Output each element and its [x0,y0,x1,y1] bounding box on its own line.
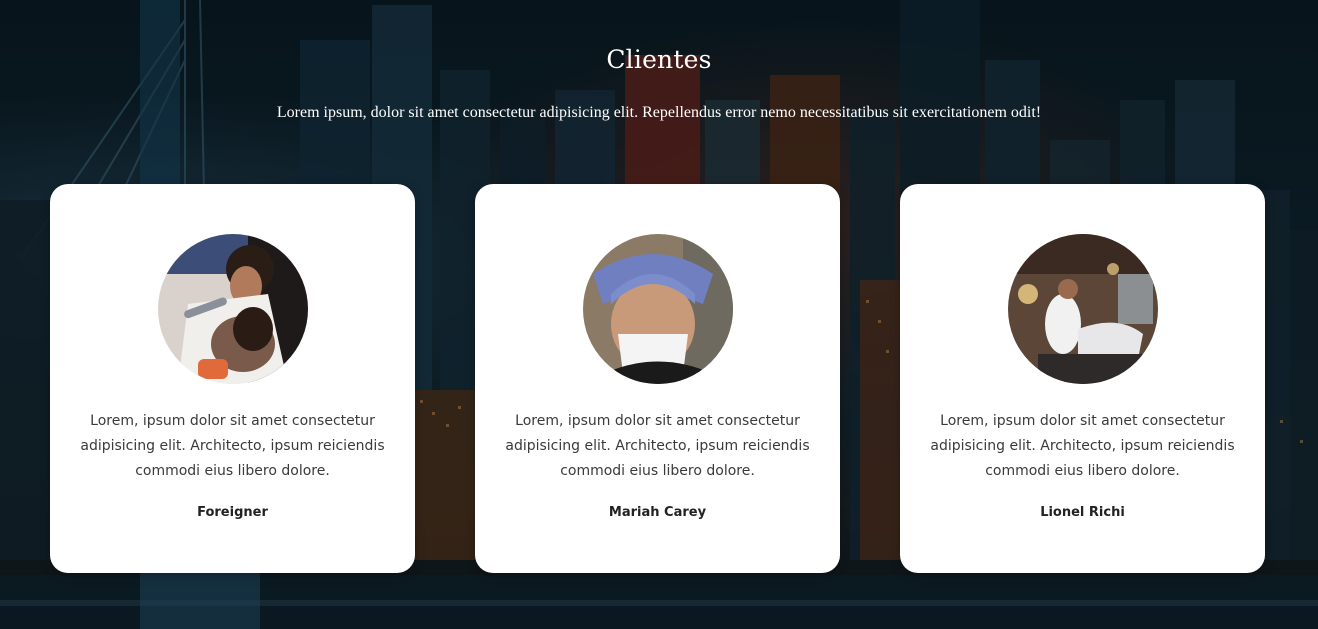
testimonial-quote: Lorem, ipsum dolor sit amet consectetur … [505,413,810,479]
client-photo [1008,234,1158,384]
testimonial-card: Lorem, ipsum dolor sit amet consectetur … [475,184,840,573]
testimonial-quote: Lorem, ipsum dolor sit amet consectetur … [930,413,1235,479]
testimonial-cards: Lorem, ipsum dolor sit amet consectetur … [50,184,1268,573]
section-title: Clientes [606,45,712,74]
section-subtitle: Lorem ipsum, dolor sit amet consectetur … [276,104,1042,121]
testimonial-card: Lorem, ipsum dolor sit amet consectetur … [50,184,415,573]
client-name: Foreigner [197,505,268,520]
clients-section: Clientes Lorem ipsum, dolor sit amet con… [0,0,1318,629]
client-name: Lionel Richi [1040,505,1125,520]
testimonial-card: Lorem, ipsum dolor sit amet consectetur … [900,184,1265,573]
client-photo [158,234,308,384]
client-name: Mariah Carey [608,505,707,520]
testimonial-quote: Lorem, ipsum dolor sit amet consectetur … [80,413,385,479]
client-photo [583,234,733,384]
